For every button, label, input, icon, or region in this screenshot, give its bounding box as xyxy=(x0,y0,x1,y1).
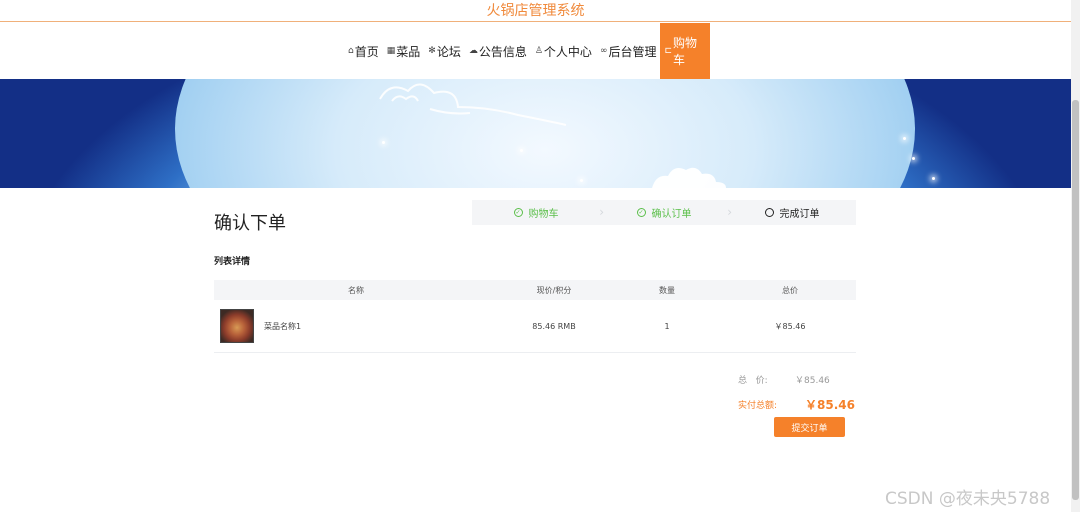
step-label: 确认订单 xyxy=(651,209,692,220)
nav-item-label: 论坛 xyxy=(436,44,461,59)
banner-star xyxy=(580,179,583,182)
page-scrollbar[interactable] xyxy=(1071,0,1080,512)
page: 火锅店管理系统 ⌂ 首页 ▦ 菜品 ✻ 论坛 ☁ 公告信息 ♙ 个人中心 ∞ 后… xyxy=(0,0,1080,512)
cell-name: 菜品名称1 xyxy=(214,309,498,343)
cell-price: 85.46 RMB xyxy=(532,321,576,331)
total-row: 总 价: ￥85.46 xyxy=(738,373,856,386)
order-table: 名称 现价/积分 数量 总价 菜品名称1 85.46 RMB 1 ￥85.46 xyxy=(214,280,856,353)
banner-star xyxy=(520,149,523,152)
dish-thumbnail[interactable] xyxy=(220,309,254,343)
nav-item-label: 首页 xyxy=(354,44,379,59)
dish-icon: ▦ xyxy=(386,46,396,56)
nav-item-label: 后台管理 xyxy=(608,44,657,59)
notice-icon: ☁ xyxy=(468,46,478,56)
order-steps: ✓ 购物车 › ✓ 确认订单 › 完成订单 xyxy=(472,200,856,225)
hero-banner xyxy=(0,79,1071,188)
order-summary: 总 价: ￥85.46 实付总额: ￥85.46 xyxy=(738,373,856,412)
submit-order-button[interactable]: 提交订单 xyxy=(774,417,845,437)
nav-item-label: 公告信息 xyxy=(478,44,527,59)
nav-item-label: 个人中心 xyxy=(543,44,592,59)
page-heading: 确认下单 xyxy=(214,213,286,234)
link-icon: ∞ xyxy=(599,46,608,56)
step-confirm: ✓ 确认订单 › xyxy=(600,200,732,225)
check-circle-icon: ✓ xyxy=(513,208,523,217)
header-name: 名称 xyxy=(348,285,364,295)
site-title: 火锅店管理系统 xyxy=(0,0,1071,22)
nav-item-profile[interactable]: ♙ 个人中心 xyxy=(531,23,596,79)
nav-item-forum[interactable]: ✻ 论坛 xyxy=(424,23,465,79)
cart-icon: ⊏ xyxy=(664,46,672,56)
pay-label: 实付总额: xyxy=(738,400,778,411)
dish-name: 菜品名称1 xyxy=(264,321,302,331)
header-price: 现价/积分 xyxy=(536,285,572,295)
nav-item-admin[interactable]: ∞ 后台管理 xyxy=(596,23,661,79)
total-label: 总 价: xyxy=(738,376,768,386)
circle-icon xyxy=(764,208,774,217)
nav-list: ⌂ 首页 ▦ 菜品 ✻ 论坛 ☁ 公告信息 ♙ 个人中心 ∞ 后台管理 ⊏ 购物… xyxy=(344,23,711,79)
check-circle-icon: ✓ xyxy=(636,208,646,217)
nav-item-dishes[interactable]: ▦ 菜品 xyxy=(383,23,425,79)
step-label: 完成订单 xyxy=(779,209,820,220)
nav-item-label: 菜品 xyxy=(396,44,421,59)
banner-star xyxy=(932,177,935,180)
cell-qty: 1 xyxy=(664,321,670,331)
nav-item-label: 购物车 xyxy=(673,36,698,67)
pay-row: 实付总额: ￥85.46 xyxy=(738,396,856,412)
nav-item-home[interactable]: ⌂ 首页 xyxy=(344,23,383,79)
banner-star xyxy=(903,137,906,140)
pay-value: ￥85.46 xyxy=(805,397,855,412)
table-header: 名称 现价/积分 数量 总价 xyxy=(214,280,856,300)
header-qty: 数量 xyxy=(659,285,675,295)
banner-clouds xyxy=(379,83,726,188)
watermark: CSDN @夜未央5788 xyxy=(885,489,1051,509)
step-cart: ✓ 购物车 › xyxy=(472,200,604,225)
total-value: ￥85.46 xyxy=(795,376,830,386)
banner-star xyxy=(382,141,385,144)
forum-icon: ✻ xyxy=(428,46,436,56)
step-label: 购物车 xyxy=(528,209,559,220)
user-icon: ♙ xyxy=(534,46,543,56)
cell-total: ￥85.46 xyxy=(774,321,806,331)
scroll-thumb[interactable] xyxy=(1072,100,1079,500)
nav-item-cart[interactable]: ⊏ 购物车 xyxy=(660,23,711,79)
step-complete: 完成订单 xyxy=(728,200,856,225)
navbar: ⌂ 首页 ▦ 菜品 ✻ 论坛 ☁ 公告信息 ♙ 个人中心 ∞ 后台管理 ⊏ 购物… xyxy=(0,23,1071,79)
section-label: 列表详情 xyxy=(214,257,251,267)
home-icon: ⌂ xyxy=(348,46,354,56)
banner-star xyxy=(912,157,915,160)
header-total: 总价 xyxy=(782,285,798,295)
table-row: 菜品名称1 85.46 RMB 1 ￥85.46 xyxy=(214,300,856,353)
nav-item-notices[interactable]: ☁ 公告信息 xyxy=(465,23,531,79)
